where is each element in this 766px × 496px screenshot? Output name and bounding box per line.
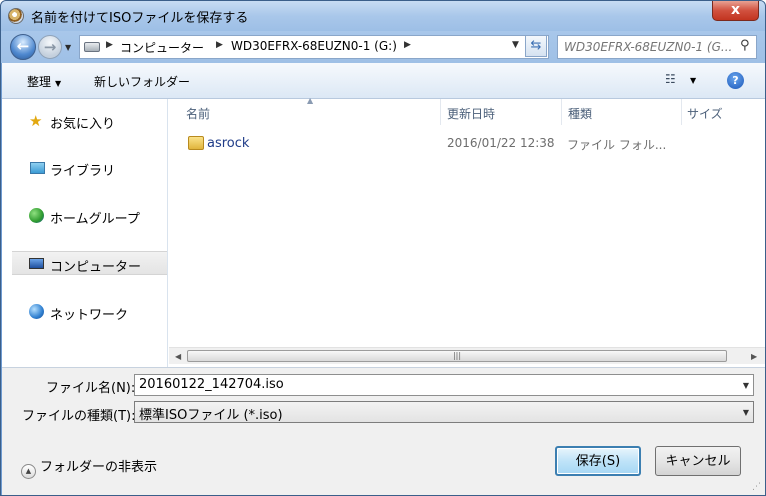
nav-item-network[interactable]: ネットワーク bbox=[2, 300, 167, 324]
save-form: ファイル名(N): 20160122_142704.iso ▼ ファイルの種類(… bbox=[2, 367, 765, 495]
title-bar: 名前を付けてISOファイルを保存する x bbox=[1, 1, 765, 31]
save-button[interactable]: 保存(S) bbox=[555, 446, 641, 476]
nav-item-homegroup[interactable]: ホームグループ bbox=[2, 204, 167, 228]
filename-field[interactable]: 20160122_142704.iso ▼ bbox=[134, 374, 754, 396]
breadcrumb-drive[interactable]: WD30EFRX-68EUZN0-1 (G:) bbox=[231, 39, 397, 53]
nav-item-label: ライブラリ bbox=[50, 164, 116, 179]
address-dropdown-icon[interactable]: ▼ bbox=[512, 40, 519, 50]
scroll-right-icon[interactable]: ▶ bbox=[751, 352, 757, 361]
resize-grip-icon[interactable]: ⋰ bbox=[752, 482, 761, 492]
breadcrumb-separator-icon[interactable]: ▶ bbox=[106, 40, 113, 50]
nav-item-label: ホームグループ bbox=[50, 212, 140, 227]
view-dropdown-icon[interactable]: ▼ bbox=[690, 76, 696, 85]
cancel-button[interactable]: キャンセル bbox=[655, 446, 741, 476]
column-header-type[interactable]: 種類 bbox=[562, 99, 682, 125]
folder-icon bbox=[188, 136, 204, 150]
view-options-icon[interactable]: ☷ bbox=[665, 72, 681, 88]
address-bar[interactable]: ▶ コンピューター ▶ WD30EFRX-68EUZN0-1 (G:) ▶ ▼ bbox=[79, 35, 549, 59]
nav-item-label: ネットワーク bbox=[50, 308, 129, 323]
organize-menu[interactable]: 整理 ▼ bbox=[27, 73, 61, 90]
column-header-label: 名前 bbox=[186, 107, 211, 121]
hide-folders-toggle[interactable]: ▲ フォルダーの非表示 bbox=[21, 456, 157, 479]
filename-label: ファイル名(N): bbox=[46, 381, 136, 396]
homegroup-icon bbox=[29, 208, 44, 223]
nav-item-label: コンピューター bbox=[50, 260, 142, 275]
history-dropdown-icon[interactable]: ▼ bbox=[65, 43, 71, 52]
horizontal-scrollbar[interactable]: ◀ ||| ▶ bbox=[169, 347, 765, 364]
back-button[interactable]: ← bbox=[10, 34, 36, 60]
column-header-label: サイズ bbox=[687, 107, 723, 121]
file-name: asrock bbox=[207, 136, 250, 151]
search-box[interactable]: ⚲ bbox=[557, 35, 757, 59]
column-header-label: 種類 bbox=[568, 107, 593, 121]
network-icon bbox=[29, 304, 44, 319]
address-row: ← → ▼ ▶ コンピューター ▶ WD30EFRX-68EUZN0-1 (G:… bbox=[1, 31, 765, 63]
collapse-up-icon: ▲ bbox=[21, 464, 36, 479]
close-button[interactable]: x bbox=[712, 1, 759, 21]
breadcrumb-computer[interactable]: コンピューター bbox=[120, 39, 204, 56]
browser-area: ★ お気に入り ライブラリ ホームグループ コンピューター ネットワーク 名前 … bbox=[2, 96, 765, 367]
forward-button[interactable]: → bbox=[38, 35, 62, 59]
breadcrumb-separator-icon[interactable]: ▶ bbox=[216, 40, 223, 50]
filename-value: 20160122_142704.iso bbox=[139, 377, 284, 392]
help-icon[interactable]: ? bbox=[727, 72, 744, 89]
computer-icon bbox=[29, 258, 44, 269]
search-input[interactable] bbox=[564, 37, 740, 57]
column-header-name[interactable]: 名前 ▲ bbox=[169, 96, 441, 125]
file-modified: 2016/01/22 12:38 bbox=[447, 136, 555, 150]
drive-icon bbox=[84, 42, 100, 52]
save-dialog: 名前を付けてISOファイルを保存する x ← → ▼ ▶ コンピューター ▶ W… bbox=[0, 0, 766, 496]
table-row[interactable]: asrock 2016/01/22 12:38 ファイル フォル... bbox=[169, 133, 765, 155]
chevron-down-icon: ▼ bbox=[55, 79, 62, 88]
column-header-label: 更新日時 bbox=[447, 107, 496, 121]
star-icon: ★ bbox=[29, 112, 43, 130]
toolbar: 整理 ▼ 新しいフォルダー ☷ ▼ ? bbox=[2, 63, 765, 99]
column-header-modified[interactable]: 更新日時 bbox=[441, 99, 562, 125]
scrollbar-thumb[interactable]: ||| bbox=[187, 350, 727, 362]
column-header-size[interactable]: サイズ bbox=[682, 99, 765, 125]
navigation-pane: ★ お気に入り ライブラリ ホームグループ コンピューター ネットワーク bbox=[2, 99, 168, 367]
organize-label: 整理 bbox=[27, 75, 52, 89]
nav-item-favorites[interactable]: ★ お気に入り bbox=[2, 109, 167, 133]
refresh-button[interactable]: ⇆ bbox=[525, 35, 547, 57]
filetype-label: ファイルの種類(T): bbox=[22, 409, 136, 424]
chevron-down-icon[interactable]: ▼ bbox=[743, 381, 749, 390]
nav-item-computer[interactable]: コンピューター bbox=[12, 251, 167, 275]
sort-ascending-icon: ▲ bbox=[307, 96, 314, 105]
hide-folders-label: フォルダーの非表示 bbox=[40, 460, 158, 475]
scroll-left-icon[interactable]: ◀ bbox=[175, 352, 181, 361]
window-title: 名前を付けてISOファイルを保存する bbox=[31, 11, 249, 26]
nav-item-libraries[interactable]: ライブラリ bbox=[2, 156, 167, 180]
library-icon bbox=[30, 162, 45, 174]
search-icon[interactable]: ⚲ bbox=[740, 38, 750, 53]
filetype-select[interactable]: 標準ISOファイル (*.iso) ▼ bbox=[134, 401, 754, 423]
app-icon bbox=[8, 8, 24, 24]
filetype-value: 標準ISOファイル (*.iso) bbox=[139, 408, 283, 423]
breadcrumb-separator-icon[interactable]: ▶ bbox=[404, 40, 411, 50]
new-folder-button[interactable]: 新しいフォルダー bbox=[94, 73, 190, 90]
nav-item-label: お気に入り bbox=[50, 117, 116, 132]
chevron-down-icon[interactable]: ▼ bbox=[743, 408, 749, 417]
file-list: 名前 ▲ 更新日時 種類 サイズ asrock 2016/01/22 12:38… bbox=[169, 96, 765, 367]
file-type: ファイル フォル... bbox=[567, 138, 667, 152]
